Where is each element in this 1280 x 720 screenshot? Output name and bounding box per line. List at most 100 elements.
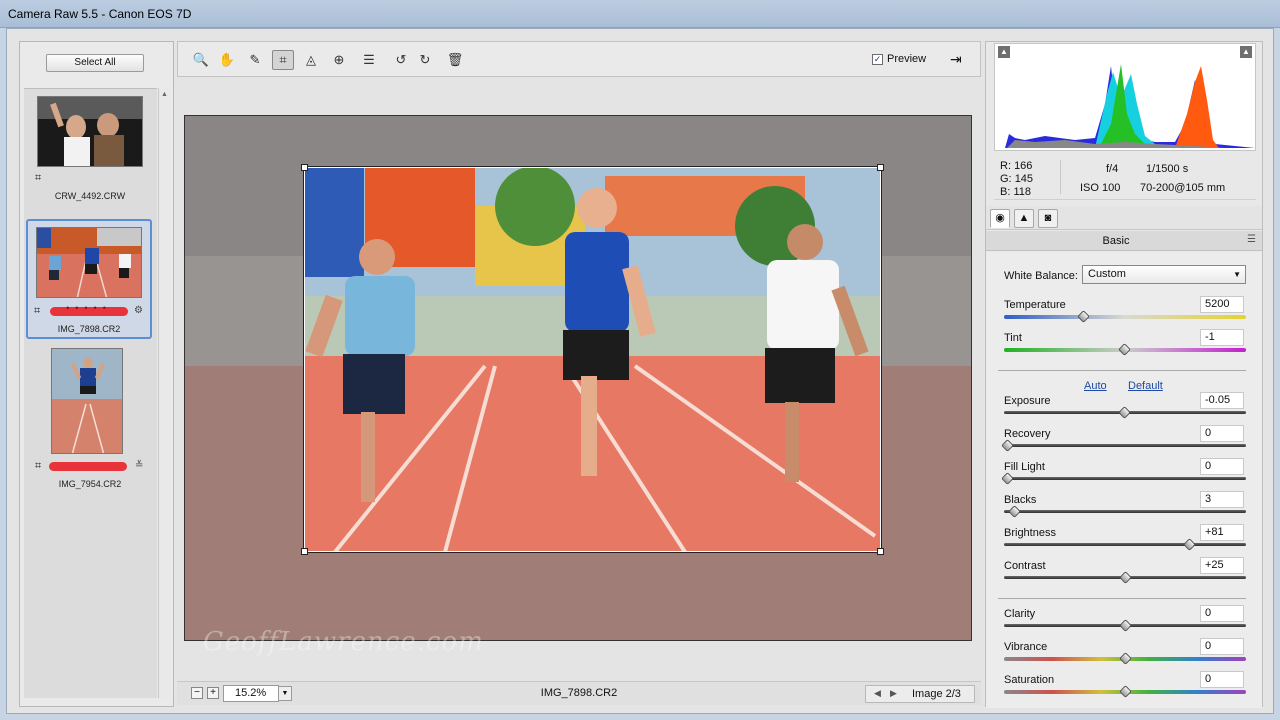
preview-image[interactable] (184, 115, 972, 641)
clarity-slider-thumb[interactable] (1119, 619, 1132, 632)
vibrance-slider-thumb[interactable] (1119, 652, 1132, 665)
preview-label: Preview (887, 53, 927, 65)
fullscreen-toggle-icon[interactable]: ⇥ (950, 51, 962, 68)
recovery-slider-thumb[interactable] (1001, 439, 1014, 452)
brightness-slider-thumb[interactable] (1182, 538, 1196, 551)
temperature-slider-thumb[interactable] (1076, 310, 1090, 323)
vibrance-value-field[interactable]: 0 (1200, 638, 1244, 655)
thumbnail-image (36, 227, 142, 298)
recovery-label: Recovery (1004, 428, 1051, 440)
crop-handle-bottom-right[interactable] (877, 548, 884, 555)
adjustment-badge-icon: ⚙ (134, 305, 143, 316)
rating-red-label[interactable] (49, 462, 127, 471)
window-title: Camera Raw 5.5 - Canon EOS 7D (8, 7, 192, 21)
rotate-left-icon[interactable]: ↺ (390, 50, 412, 70)
preferences-icon[interactable]: ☰ (358, 50, 380, 70)
adjustments-panel: ▲ ▲ R: 166 G: 145 B: 118 f/4 1/1500 s IS… (985, 41, 1263, 708)
mountain-icon: ▲ (1018, 212, 1030, 224)
auto-link[interactable]: Auto (1084, 380, 1107, 392)
exposure-slider-thumb[interactable] (1118, 406, 1132, 419)
crop-handle-bottom-left[interactable] (301, 548, 308, 555)
readout-divider (1060, 160, 1061, 194)
temperature-slider-track[interactable] (1004, 315, 1246, 319)
saturation-value-field[interactable]: 0 (1200, 671, 1244, 688)
red-readout: R: 166 (1000, 160, 1033, 172)
chevron-down-icon: ▼ (1233, 270, 1241, 279)
zoom-tool-icon[interactable]: 🔍 (190, 50, 212, 70)
clarity-value-field[interactable]: 0 (1200, 605, 1244, 622)
blacks-value-field[interactable]: 3 (1200, 491, 1244, 508)
filmstrip-panel: Select All ⌗ CRW_4492.CRW ⌗ ••••• ⚙ IMG_… (19, 41, 174, 707)
filmstrip-item[interactable]: ⌗ ≚ IMG_7954.CR2 (26, 347, 152, 497)
crop-tool-icon[interactable]: ⌗ (272, 50, 294, 70)
blacks-slider-thumb[interactable] (1008, 505, 1021, 518)
blacks-slider-track[interactable] (1004, 510, 1246, 513)
iso-value: ISO 100 (1080, 182, 1121, 194)
lens-info: 70-200@105 mm (1140, 182, 1226, 194)
tint-slider-thumb[interactable] (1118, 343, 1132, 356)
hand-tool-icon[interactable]: ✋ (216, 50, 238, 70)
histogram: ▲ ▲ (994, 43, 1256, 151)
saturation-label: Saturation (1004, 674, 1055, 686)
recovery-slider-track[interactable] (1004, 444, 1246, 447)
thumbnail-filename: IMG_7898.CR2 (57, 324, 121, 334)
filmstrip-item-selected[interactable]: ⌗ ••••• ⚙ IMG_7898.CR2 (26, 219, 152, 339)
brightness-slider-track[interactable] (1004, 543, 1246, 546)
scroll-up-arrow-icon[interactable]: ▲ (161, 91, 168, 98)
crop-handle-top-right[interactable] (877, 164, 884, 171)
thumbnail-filename: CRW_4492.CRW (54, 191, 126, 201)
fill-light-slider-thumb[interactable] (1001, 472, 1014, 485)
histogram-graph (1005, 64, 1255, 148)
contrast-slider-thumb[interactable] (1119, 571, 1132, 584)
next-image-icon[interactable]: ▶ (890, 688, 897, 699)
crop-rectangle[interactable] (301, 164, 884, 555)
rating-red-label[interactable]: ••••• (50, 303, 128, 316)
filmstrip-list: ⌗ CRW_4492.CRW ⌗ ••••• ⚙ IMG_7898.CR2 ⌗ … (24, 88, 157, 698)
image-canvas[interactable]: GeoffLawrence.com (177, 79, 981, 689)
tab-camera-calibration[interactable]: ◙ (1038, 209, 1058, 228)
tint-label: Tint (1004, 332, 1022, 344)
green-readout: G: 145 (1000, 173, 1034, 185)
vibrance-label: Vibrance (1004, 641, 1048, 653)
fill-light-value-field[interactable]: 0 (1200, 458, 1244, 475)
rotate-right-icon[interactable]: ↻ (414, 50, 436, 70)
filmstrip-item[interactable]: ⌗ CRW_4492.CRW (26, 93, 152, 215)
preview-checkbox[interactable]: ✓ (872, 54, 883, 65)
tab-basic[interactable]: ◉ (990, 209, 1010, 228)
contrast-label: Contrast (1004, 560, 1046, 572)
image-counter: Image 2/3 (912, 688, 961, 700)
temperature-value-field[interactable]: 5200 (1200, 296, 1244, 313)
image-navigator: ◀ ▶ Image 2/3 (865, 685, 975, 703)
crop-handle-top-left[interactable] (301, 164, 308, 171)
select-all-button[interactable]: Select All (46, 54, 144, 72)
brightness-value-field[interactable]: +81 (1200, 524, 1244, 541)
previous-image-icon[interactable]: ◀ (874, 688, 881, 699)
white-balance-tool-icon[interactable]: ✎ (244, 50, 266, 70)
spot-removal-tool-icon[interactable]: ⊕ (328, 50, 350, 70)
contrast-value-field[interactable]: +25 (1200, 557, 1244, 574)
straighten-tool-icon[interactable]: ◬ (300, 50, 322, 70)
recovery-value-field[interactable]: 0 (1200, 425, 1244, 442)
saturation-slider-thumb[interactable] (1119, 685, 1132, 698)
thumbnail-image (51, 348, 123, 454)
white-balance-select[interactable]: Custom ▼ (1082, 265, 1246, 284)
exposure-value-field[interactable]: -0.05 (1200, 392, 1244, 409)
temperature-label: Temperature (1004, 299, 1066, 311)
blacks-label: Blacks (1004, 494, 1037, 506)
thumbnail-image (37, 96, 143, 167)
panel-menu-icon[interactable]: ☰ (1247, 234, 1256, 245)
default-link[interactable]: Default (1128, 380, 1163, 392)
thumbnail-filename: IMG_7954.CR2 (58, 479, 122, 489)
panel-tabs: ◉ ▲ ◙ (986, 206, 1262, 230)
tab-tone-curve[interactable]: ▲ (1014, 209, 1034, 228)
white-balance-value: Custom (1088, 268, 1126, 280)
filmstrip-scrollbar[interactable]: ▲ (158, 88, 170, 698)
fill-light-slider-track[interactable] (1004, 477, 1246, 480)
crop-badge-icon: ⌗ (35, 172, 42, 184)
adjustment-badge-icon: ≚ (135, 460, 144, 471)
white-balance-label: White Balance: (1004, 270, 1078, 282)
fill-light-label: Fill Light (1004, 461, 1045, 473)
delete-icon[interactable]: 🗑 (444, 50, 466, 70)
basic-panel: White Balance: Custom ▼ Temperature 5200 T… (986, 252, 1262, 708)
tint-value-field[interactable]: -1 (1200, 329, 1244, 346)
